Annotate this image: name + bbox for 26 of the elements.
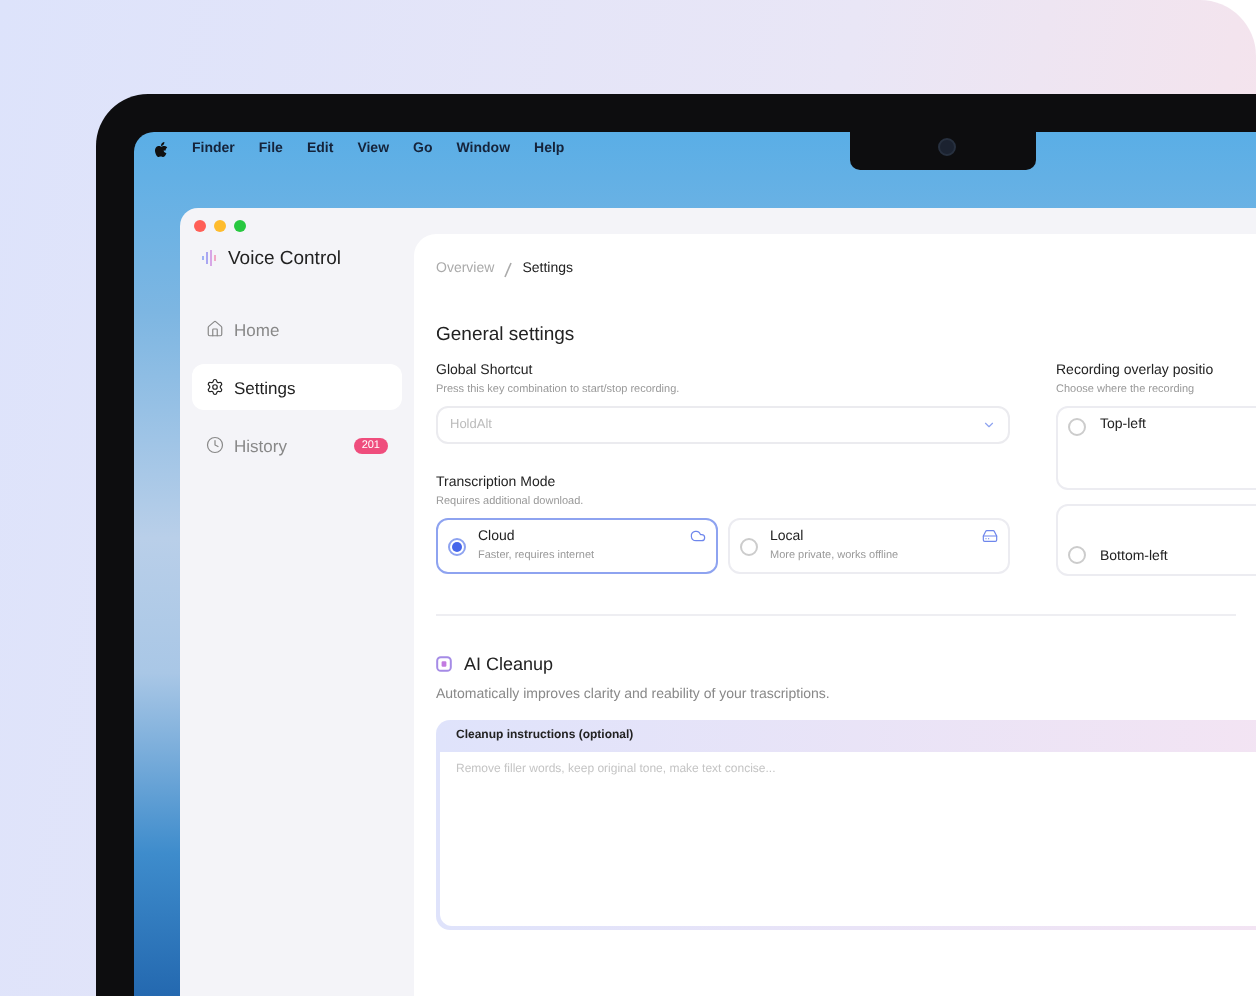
waveform-icon xyxy=(202,250,216,266)
section-title: General settings xyxy=(436,324,577,346)
gear-icon xyxy=(206,378,224,396)
radio-button[interactable] xyxy=(448,537,466,555)
sidebar-label: Settings xyxy=(234,377,298,397)
sidebar-label: Home xyxy=(234,319,282,339)
clock-icon xyxy=(206,436,224,454)
sidebar-item[interactable]: Settings xyxy=(192,364,402,410)
close-button[interactable] xyxy=(194,220,206,232)
apple-icon[interactable] xyxy=(154,141,168,157)
sidebar-label: History xyxy=(234,435,289,455)
radio-button[interactable] xyxy=(1068,546,1086,564)
camera-icon xyxy=(938,138,956,156)
chip-icon xyxy=(436,656,452,672)
radio-button[interactable] xyxy=(1068,418,1086,436)
app-name: Voice Control xyxy=(228,247,342,269)
home-icon xyxy=(206,320,224,338)
minimize-button[interactable] xyxy=(214,220,226,232)
drive-icon xyxy=(982,528,998,544)
section-title: AI Cleanup xyxy=(464,654,554,674)
chevron-icon xyxy=(982,418,996,432)
zoom-button[interactable] xyxy=(234,220,246,232)
slash-icon xyxy=(504,262,513,278)
cloud-icon xyxy=(690,528,706,544)
radio-button[interactable] xyxy=(740,537,758,555)
sidebar-item[interactable]: Home xyxy=(192,306,402,352)
